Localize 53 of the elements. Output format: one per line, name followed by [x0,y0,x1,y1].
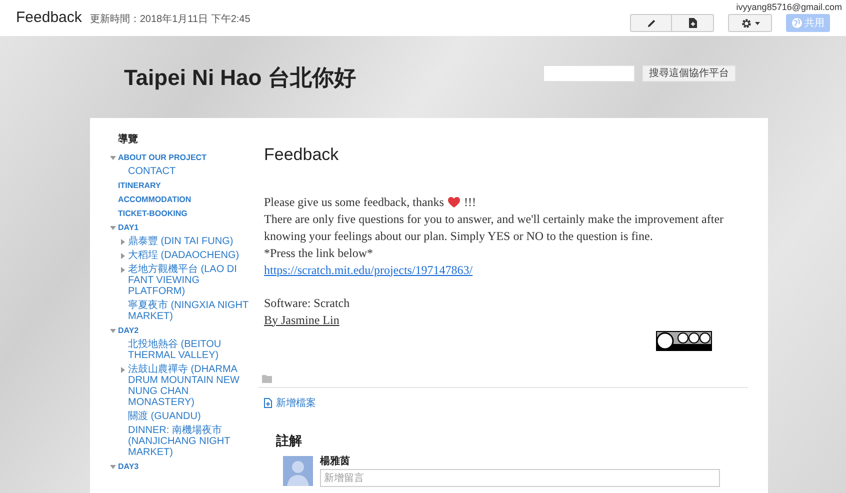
nav-heading: 導覽 [118,132,139,147]
page-heading: Feedback [264,144,340,166]
folder-icon [262,374,272,382]
collapsed-arrow-icon[interactable] [120,267,126,273]
nav-section-link[interactable]: TICKET-BOOKING [118,208,188,219]
site-title: Taipei Ni Hao 台北你好 [124,64,356,92]
commenter-name: 楊雅茵 [320,456,351,467]
nav-section-link[interactable]: DAY1 [118,222,139,233]
nav-page-link[interactable]: DINNER: 南機場夜市 (NANJICHANG NIGHT MARKET) [128,425,252,458]
new-page-button[interactable] [672,14,714,32]
nav-section-link[interactable]: ITINERARY [118,180,161,191]
pencil-icon [646,18,656,28]
collapsed-arrow-icon[interactable] [120,239,126,245]
nav-page-link[interactable]: 關渡 (GUANDU) [128,411,252,422]
nav-page-link[interactable]: 寧夏夜市 (NINGXIA NIGHT MARKET) [128,300,252,322]
nav-page-link[interactable]: 大稻埕 (DADAOCHENG) [128,250,252,261]
document-plus-icon [264,398,272,408]
body-text: Software: Scratch [264,294,351,312]
collapsed-arrow-icon[interactable] [120,367,126,373]
body-text: *Press the link below* [264,244,374,262]
nav-page-link[interactable]: 鼎泰豐 (DIN TAI FUNG) [128,236,252,247]
nav-page-link[interactable]: 老地方觀機平台 (LAO DI FANT VIEWING PLATFORM) [128,264,252,297]
page-title: Feedback [16,8,82,28]
updated-time: 更新時間：2018年1月11日 下午2:45 [90,12,250,26]
document-plus-icon [688,18,696,28]
heart-icon [448,196,460,208]
license-badge-icon [656,330,712,350]
nav-section-link[interactable]: DAY2 [118,325,139,336]
body-text: There are only five questions for you to answer, and we'll certainly make the improvement after knowing your feelings about our plan. Simply YES or NO to the question is fine. [264,210,725,244]
caret-icon [754,22,760,24]
avatar-icon [283,456,313,486]
add-file-link[interactable]: 新增檔案 [264,396,316,410]
search-field[interactable] [543,64,635,82]
nav-page-link[interactable]: 北投地熱谷 (BEITOU THERMAL VALLEY) [128,339,252,361]
collapsed-arrow-icon[interactable] [120,253,126,259]
nav-section-link[interactable]: ACCOMMODATION [118,194,192,205]
nav-page-link[interactable]: CONTACT [128,166,252,177]
comment-field[interactable]: 新增留言 [320,469,720,487]
expanded-arrow-icon[interactable] [110,225,116,231]
expanded-arrow-icon[interactable] [110,155,116,161]
nav-page-link[interactable]: 法鼓山農禪寺 (DHARMA DRUM MOUNTAIN NEW NUNG CHAN MONASTERY) [128,364,252,408]
settings-icon [740,18,752,28]
comments-heading: 註解 [276,432,303,450]
project-link[interactable]: https://scratch.mit.edu/projects/197147863/ [264,262,473,278]
account-email: ivyyang85716@gmail.com [736,1,842,14]
nav-section-link[interactable]: DAY3 [118,461,139,472]
nav-section-link[interactable]: ABOUT OUR PROJECT [118,152,206,163]
body-text: Please give us some feedback, thanks !!! [264,194,477,210]
expanded-arrow-icon[interactable] [110,328,116,334]
search-button[interactable]: 搜尋這個協作平台 [642,64,736,82]
expanded-arrow-icon[interactable] [110,464,116,470]
author-link[interactable]: By Jasmine Lin [264,312,340,328]
settings-button[interactable] [728,14,772,32]
